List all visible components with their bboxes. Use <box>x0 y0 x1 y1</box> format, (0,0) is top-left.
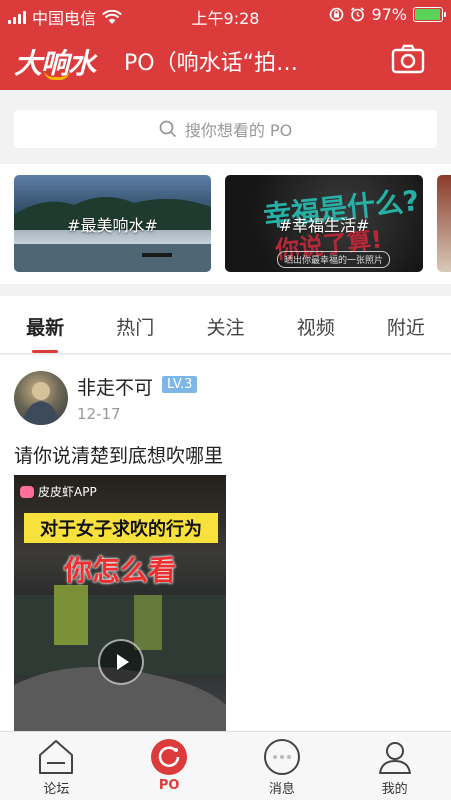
status-bar: 中国电信 上午9:28 97% <box>0 0 451 30</box>
app-logo: 大响水 <box>14 47 96 80</box>
battery-percent: 97% <box>371 5 407 24</box>
feed-tabs: 最新 热门 关注 视频 附近 <box>0 296 451 354</box>
video-caption-large: 你怎么看 <box>63 554 176 587</box>
feed-list: 非走不可 LV.3 12-17 请你说清楚到底想吹哪里 皮皮虾APP 对于女子求… <box>0 355 451 731</box>
banner-tag: #最美响水# <box>67 215 158 235</box>
tabbar-item-profile[interactable]: 我的 <box>338 732 451 800</box>
tab-nearby[interactable]: 附近 <box>361 296 451 353</box>
alarm-icon <box>351 7 365 22</box>
level-badge: LV.3 <box>162 376 198 393</box>
bottom-tabbar: 论坛 PO 消息 我的 <box>0 731 451 800</box>
app-header: 大响水 PO（响水话“拍… <box>0 30 451 90</box>
banner-tag: #幸福生活# <box>278 215 370 235</box>
app-logo-icon <box>20 485 34 498</box>
page-title: PO（响水话“拍… <box>124 51 298 76</box>
banner-partial[interactable] <box>437 175 451 272</box>
post-date: 12-17 <box>77 405 121 423</box>
post-text[interactable]: 请你说清楚到底想吹哪里 <box>14 441 223 468</box>
po-icon <box>151 739 188 775</box>
avatar[interactable] <box>14 371 68 425</box>
profile-icon <box>378 742 411 774</box>
search-input[interactable]: 搜你想看的 PO <box>14 110 437 148</box>
forum-icon <box>39 740 74 774</box>
tab-latest[interactable]: 最新 <box>0 296 90 353</box>
message-icon <box>263 739 300 775</box>
tab-following[interactable]: 关注 <box>180 296 270 353</box>
camera-icon[interactable] <box>391 44 425 74</box>
banner-beautiful-xiangshui[interactable]: #最美响水# <box>14 175 211 272</box>
tab-hot[interactable]: 热门 <box>90 296 180 353</box>
banner-happy-life[interactable]: 幸福是什么? 你说了算! #幸福生活# 晒出你最幸福的一张照片 <box>225 175 423 272</box>
post-video[interactable]: 皮皮虾APP 对于女子求吹的行为 你怎么看 <box>14 475 226 731</box>
play-icon[interactable] <box>98 639 144 685</box>
search-icon <box>159 120 176 138</box>
post-username[interactable]: 非走不可 <box>77 373 153 400</box>
topic-banners: #最美响水# 幸福是什么? 你说了算! #幸福生活# 晒出你最幸福的一张照片 <box>0 164 451 284</box>
tabbar-item-po[interactable]: PO <box>113 732 226 800</box>
tabbar-item-forum[interactable]: 论坛 <box>0 732 113 800</box>
video-watermark: 皮皮虾APP <box>20 483 97 500</box>
video-caption: 对于女子求吹的行为 <box>24 513 218 543</box>
search-placeholder: 搜你想看的 PO <box>184 121 293 140</box>
search-section: 搜你想看的 PO <box>0 90 451 164</box>
tabbar-item-messages[interactable]: 消息 <box>226 732 339 800</box>
banner-pill: 晒出你最幸福的一张照片 <box>277 251 391 268</box>
status-right: 97% <box>329 5 446 24</box>
tab-video[interactable]: 视频 <box>271 296 361 353</box>
rotation-lock-icon <box>330 7 344 22</box>
battery-icon <box>413 7 446 22</box>
